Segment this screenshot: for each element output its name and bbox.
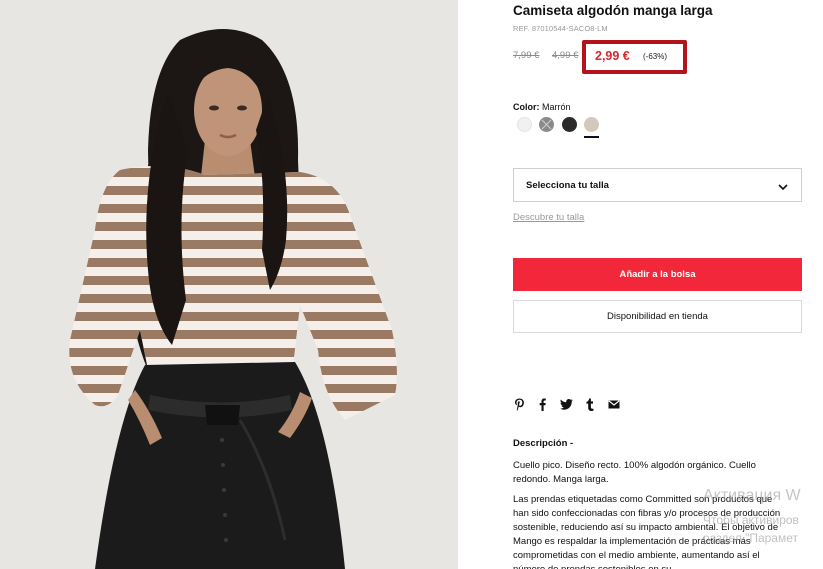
product-reference: REF. 87010544-SACO8-LM <box>513 24 608 33</box>
store-availability-button[interactable]: Disponibilidad en tienda <box>513 300 802 333</box>
color-swatch-black[interactable] <box>562 117 577 132</box>
color-swatches <box>513 117 633 141</box>
activation-watermark-title: Активация W <box>703 487 801 504</box>
original-price: 7,99 € <box>513 50 540 61</box>
color-label: Color: <box>513 102 540 112</box>
add-to-bag-button[interactable]: Añadir a la bolsa <box>513 258 802 291</box>
description-heading[interactable]: Descripción - <box>513 438 573 449</box>
activation-watermark-line-1: Чтобы активиров <box>703 513 799 527</box>
description-text: Cuello pico. Diseño recto. 100% algodón … <box>513 460 756 485</box>
chevron-down-icon <box>777 180 789 198</box>
selected-color: Marrón <box>542 102 571 112</box>
share-icons <box>513 396 633 412</box>
size-select-placeholder: Selecciona tu talla <box>526 180 609 191</box>
size-guide-link[interactable]: Descubre tu talla <box>513 212 584 223</box>
product-title: Camiseta algodón manga larga <box>513 3 713 18</box>
model-illustration <box>0 0 458 569</box>
pinterest-icon[interactable] <box>513 396 525 412</box>
twitter-icon[interactable] <box>559 396 573 412</box>
discount-badge: (-63%) <box>643 52 668 61</box>
product-photo <box>0 0 458 569</box>
mail-icon[interactable] <box>607 396 620 412</box>
color-swatch-grey-unavailable[interactable] <box>539 117 554 132</box>
activation-watermark-text: Чтобы активиров раздел "Парамет <box>703 511 799 547</box>
selected-swatch-indicator <box>584 136 599 138</box>
previous-price: 4,99 € <box>552 50 579 61</box>
color-swatch-white[interactable] <box>517 117 532 132</box>
facebook-icon[interactable] <box>538 396 546 412</box>
current-price: 2,99 € <box>595 49 630 63</box>
size-select[interactable]: Selecciona tu talla <box>513 168 802 202</box>
activation-watermark-line-2: раздел "Парамет <box>703 531 798 545</box>
color-label-row: Color: Marrón <box>513 102 571 112</box>
color-swatch-brown-selected[interactable] <box>584 117 599 132</box>
product-details: Camiseta algodón manga larga REF. 870105… <box>513 0 803 569</box>
current-price-highlight: 2,99 € (-63%) <box>582 40 687 74</box>
tumblr-icon[interactable] <box>585 396 594 412</box>
